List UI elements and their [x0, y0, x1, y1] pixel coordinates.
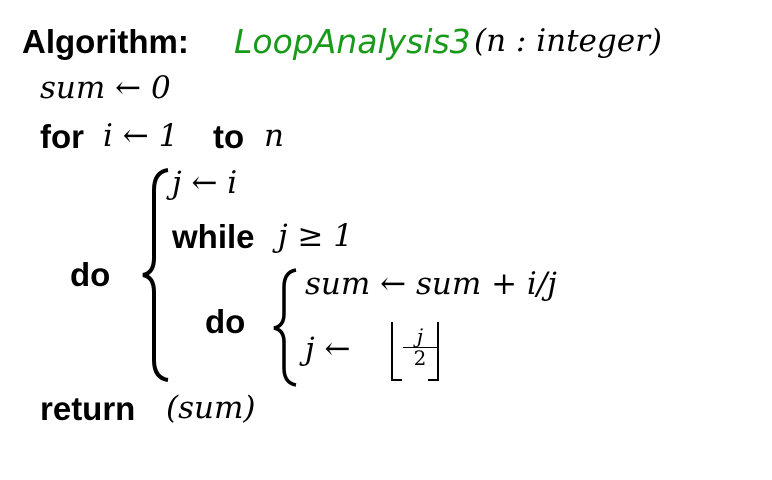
j-update-lhs: j ← [305, 331, 351, 367]
floor-left-icon [391, 322, 402, 381]
fraction-numerator: j [403, 326, 437, 348]
inner-brace-icon [273, 268, 297, 387]
assign-j: j ← i [172, 165, 238, 201]
sum-update: sum ← sum + i/j [305, 266, 557, 302]
while-condition: j ≥ 1 [278, 218, 354, 254]
outer-brace-icon [142, 168, 169, 382]
return-value: (sum) [166, 390, 256, 426]
return-keyword: return [40, 390, 136, 427]
fraction-denominator: 2 [413, 346, 427, 370]
inner-do-keyword: do [205, 303, 246, 340]
while-keyword: while [172, 218, 255, 255]
floor-fraction: j 2 [403, 326, 437, 369]
